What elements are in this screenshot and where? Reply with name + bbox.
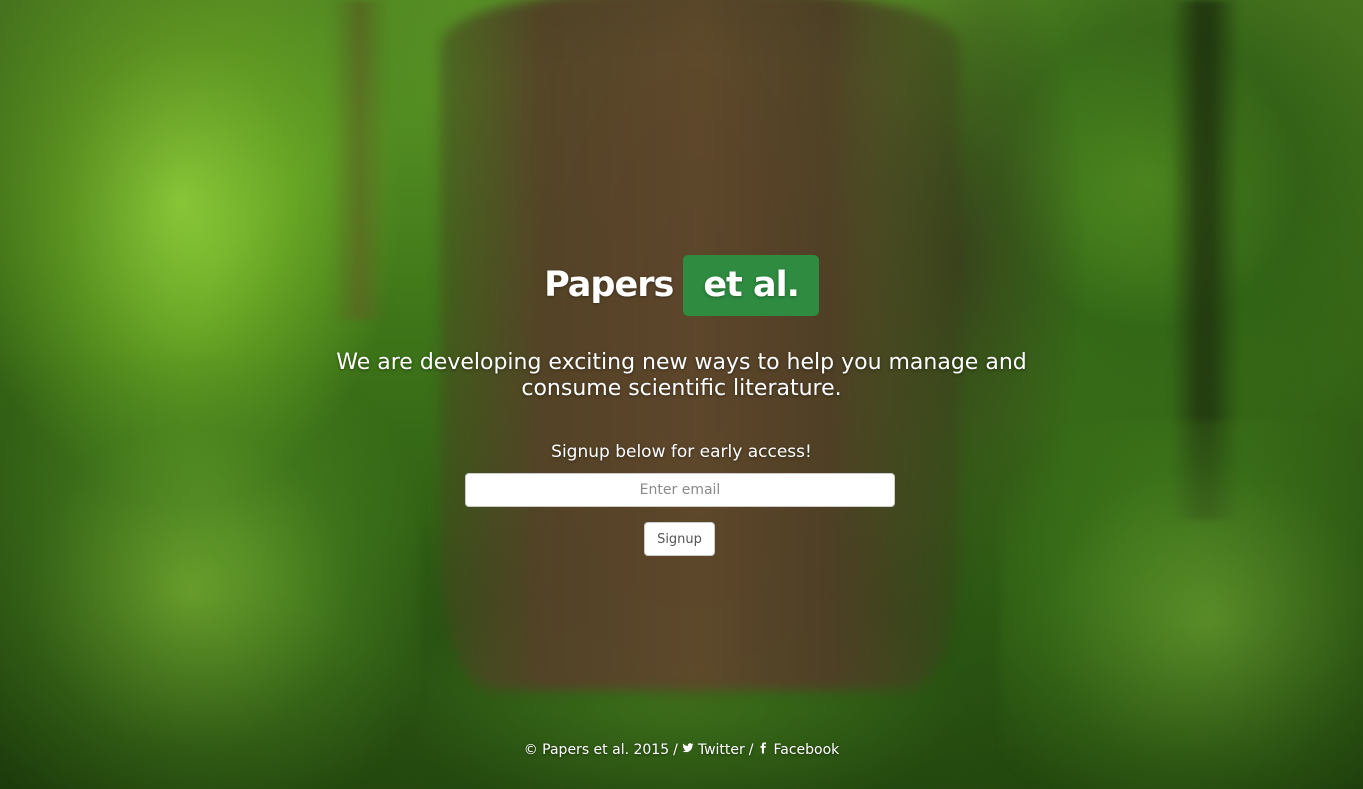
facebook-icon xyxy=(757,742,769,758)
twitter-icon xyxy=(682,742,694,758)
tagline: We are developing exciting new ways to h… xyxy=(336,350,1027,401)
email-input[interactable] xyxy=(465,473,895,507)
footer-separator: / xyxy=(673,742,678,758)
twitter-label: Twitter xyxy=(697,742,745,758)
facebook-link[interactable]: Facebook xyxy=(757,742,839,758)
landing-content: Papers et al. We are developing exciting… xyxy=(0,0,1363,789)
signup-label: Signup below for early access! xyxy=(551,442,812,462)
signup-button[interactable]: Signup xyxy=(644,522,715,556)
footer-separator: / xyxy=(748,742,754,758)
logo-badge: et al. xyxy=(683,254,819,316)
twitter-link[interactable]: Twitter xyxy=(682,742,745,758)
footer: © Papers et al. 2015 / Twitter / Faceboo… xyxy=(0,742,1363,758)
site-logo: Papers et al. xyxy=(0,254,1363,316)
facebook-label: Facebook xyxy=(773,742,840,758)
logo-word: Papers xyxy=(544,265,674,305)
copyright-text: © Papers et al. 2015 xyxy=(523,742,670,758)
